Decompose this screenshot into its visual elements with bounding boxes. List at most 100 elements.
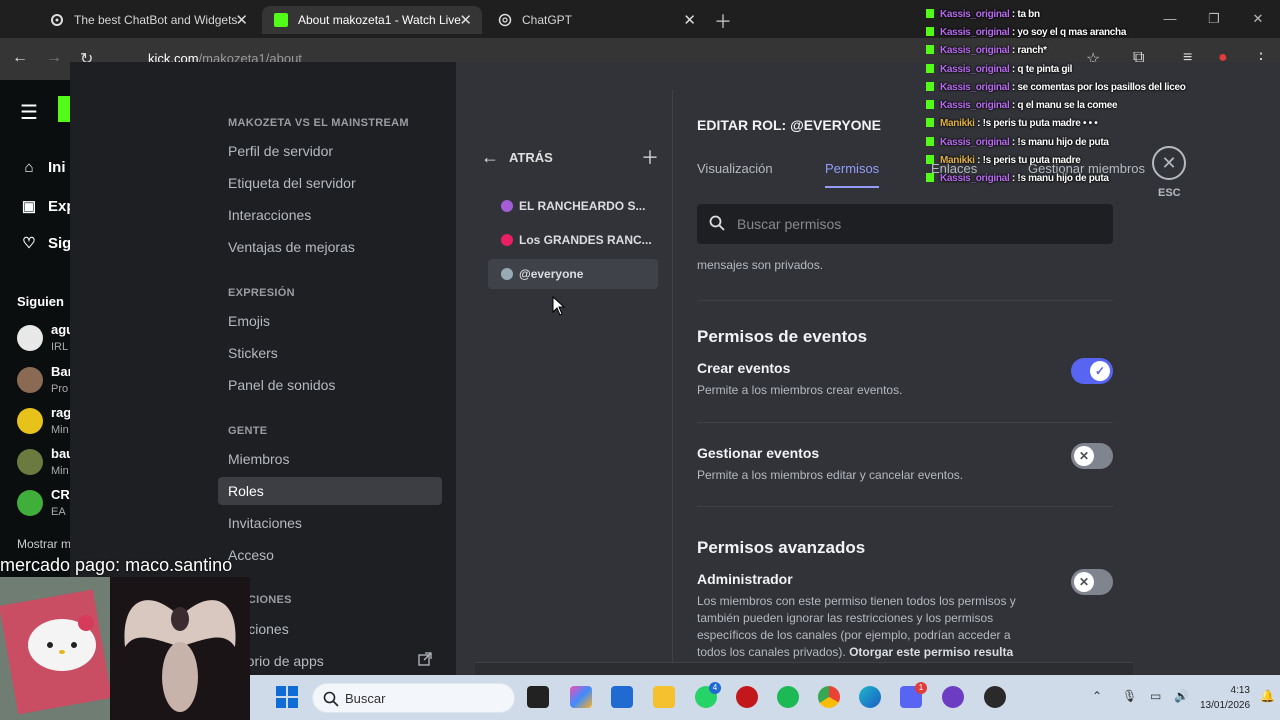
volume-icon[interactable]: 🔊 — [1174, 689, 1189, 703]
chat-message: Kassis_original : ta bn — [926, 9, 1040, 20]
divider — [697, 506, 1113, 507]
role-name: @everyone — [519, 267, 584, 281]
settings-item-boost-perks[interactable]: Ventajas de mejoras — [218, 233, 442, 261]
settings-item-interactions[interactable]: Interacciones — [218, 201, 442, 229]
forward-icon[interactable]: → — [46, 49, 62, 67]
copilot-icon[interactable] — [570, 686, 592, 708]
channel-name[interactable]: CR — [51, 487, 70, 502]
edge-icon[interactable] — [859, 686, 881, 708]
tab-kick-about[interactable]: About makozeta1 - Watch Live ✕ — [262, 6, 482, 34]
show-more-link[interactable]: Mostrar m — [17, 537, 71, 551]
active-tab-indicator — [825, 186, 879, 188]
kick-badge-icon — [926, 64, 934, 73]
kick-badge-icon — [926, 155, 934, 164]
close-tab-icon[interactable]: ✕ — [459, 11, 472, 29]
obs-icon[interactable] — [984, 686, 1006, 708]
task-view-icon[interactable] — [527, 686, 549, 708]
add-role-icon[interactable]: ＋ — [641, 144, 659, 170]
minimize-icon[interactable]: — — [1148, 0, 1192, 38]
hamburger-menu-icon[interactable]: ☰ — [20, 100, 38, 125]
permission-description: Los miembros con este permiso tienen tod… — [697, 594, 1016, 659]
avatar[interactable] — [17, 325, 43, 351]
network-icon[interactable]: ▭ — [1150, 689, 1161, 703]
more-dots-icon: • • • — [1082, 118, 1098, 129]
chat-message: Kassis_original : ranch* — [926, 45, 1047, 56]
role-name: Los GRANDES RANC... — [519, 233, 652, 247]
administrator-toggle[interactable]: ✕ — [1071, 569, 1113, 595]
permission-search — [697, 204, 1113, 244]
permission-description: Permite a los miembros crear eventos. — [697, 383, 903, 397]
chat-message: Kassis_original : se comentas por los pa… — [926, 82, 1186, 93]
tab-permissions[interactable]: Permisos — [825, 161, 879, 176]
settings-item-integrations[interactable]: graciones — [218, 615, 442, 643]
search-input[interactable] — [737, 204, 1097, 244]
file-explorer-icon[interactable] — [653, 686, 675, 708]
settings-item-access[interactable]: Acceso — [218, 541, 442, 569]
create-events-toggle[interactable]: ✓ — [1071, 358, 1113, 384]
kick-badge-icon — [926, 82, 934, 91]
taskbar-clock[interactable]: 4:13 13/01/2026 — [1200, 683, 1250, 713]
maximize-icon[interactable]: ❐ — [1192, 0, 1236, 38]
kick-nav-home[interactable]: ⌂ Ini — [20, 159, 65, 176]
back-button[interactable]: ATRÁS — [509, 150, 553, 165]
tab-display[interactable]: Visualización — [697, 161, 773, 176]
channel-name[interactable]: rag — [51, 405, 71, 420]
tab-chatgpt[interactable]: ChatGPT ✕ — [486, 6, 706, 34]
divider — [697, 422, 1113, 423]
role-item[interactable]: Los GRANDES RANC... — [488, 225, 658, 255]
close-tab-icon[interactable]: ✕ — [235, 11, 248, 29]
settings-item-soundboard[interactable]: Panel de sonidos — [218, 371, 442, 399]
avatar[interactable] — [17, 449, 43, 475]
settings-item-stickers[interactable]: Stickers — [218, 339, 442, 367]
kick-nav-explore[interactable]: ▣ Exp — [20, 197, 76, 215]
taskbar-search[interactable]: Buscar — [312, 683, 515, 713]
chatgpt-favicon-icon — [498, 13, 512, 27]
settings-item-emojis[interactable]: Emojis — [218, 307, 442, 335]
new-tab-icon[interactable]: ＋ — [714, 8, 732, 34]
app-red-icon[interactable] — [736, 686, 758, 708]
avatar[interactable] — [17, 490, 43, 516]
screen: The best ChatBot and Widgets ✕ About mak… — [0, 0, 1280, 720]
app-purple-icon[interactable] — [942, 686, 964, 708]
close-tab-icon[interactable]: ✕ — [683, 11, 696, 29]
settings-item-server-profile[interactable]: Perfil de servidor — [218, 137, 442, 165]
kick-nav-following[interactable]: ♡ Sig — [20, 234, 71, 252]
spotify-icon[interactable] — [777, 686, 799, 708]
channel-category: Min — [51, 465, 69, 477]
notifications-icon[interactable]: 🔔 — [1260, 689, 1275, 703]
back-arrow-icon[interactable]: ← — [481, 147, 499, 168]
close-settings-button[interactable]: ✕ — [1152, 146, 1186, 180]
window-close-icon[interactable]: ✕ — [1236, 0, 1280, 38]
back-icon[interactable]: ← — [12, 49, 28, 67]
settings-item-members[interactable]: Miembros — [218, 445, 442, 473]
microphone-icon[interactable]: 🎙 — [1122, 689, 1137, 703]
settings-item-server-tag[interactable]: Etiqueta del servidor — [218, 169, 442, 197]
settings-item-roles[interactable]: Roles — [218, 477, 442, 505]
settings-item-app-directory[interactable]: ectorio de apps — [218, 647, 442, 675]
tab-label: About makozeta1 - Watch Live — [298, 13, 461, 27]
edit-role-title: EDITAR ROL: @EVERYONE — [697, 117, 881, 133]
kick-badge-icon — [926, 137, 934, 146]
search-icon — [323, 691, 339, 707]
manage-events-toggle[interactable]: ✕ — [1071, 443, 1113, 469]
store-icon[interactable] — [611, 686, 633, 708]
tray-chevron-up-icon[interactable]: ⌃ — [1092, 689, 1102, 703]
avatar[interactable] — [17, 408, 43, 434]
chrome-icon[interactable] — [818, 686, 840, 708]
channel-category: Pro — [51, 383, 69, 395]
role-item[interactable]: EL RANCHEARDO S... — [488, 191, 658, 221]
chat-message: Manikki : !s peris tu puta madre • • • — [926, 118, 1098, 129]
channel-category: EA — [51, 506, 66, 518]
search-icon — [709, 215, 725, 231]
settings-item-invites[interactable]: Invitaciones — [218, 509, 442, 537]
role-item-everyone[interactable]: @everyone — [488, 259, 658, 289]
column-divider — [672, 90, 673, 680]
clock-time: 4:13 — [1230, 685, 1250, 696]
permission-title: Crear eventos — [697, 360, 791, 376]
tab-chatbot-widgets[interactable]: The best ChatBot and Widgets ✕ — [38, 6, 258, 34]
kick-logo[interactable] — [58, 96, 70, 122]
hello-kitty-overlay-image — [0, 577, 110, 720]
windows-start-icon[interactable] — [276, 686, 298, 708]
avatar[interactable] — [17, 367, 43, 393]
clock-date: 13/01/2026 — [1200, 700, 1251, 711]
